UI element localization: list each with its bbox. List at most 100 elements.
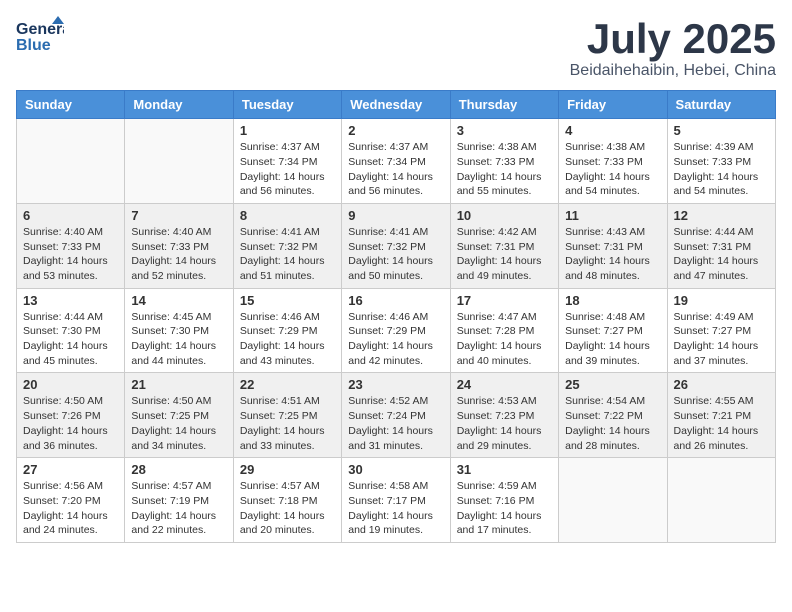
day-number: 20: [23, 377, 118, 392]
calendar-cell: 31Sunrise: 4:59 AM Sunset: 7:16 PM Dayli…: [450, 458, 558, 543]
calendar-table: SundayMondayTuesdayWednesdayThursdayFrid…: [16, 90, 776, 543]
calendar-cell: 5 Sunrise: 4:39 AM Sunset: 7:33 PM Daylig…: [667, 119, 775, 204]
day-info: Sunrise: 4:44 AM Sunset: 7:31 PM Dayligh…: [674, 225, 769, 284]
day-number: 21: [131, 377, 226, 392]
weekday-header: Saturday: [667, 91, 775, 119]
calendar-cell: [559, 458, 667, 543]
day-number: 26: [674, 377, 769, 392]
day-info: Sunrise: 4:46 AM Sunset: 7:29 PM Dayligh…: [240, 310, 335, 369]
calendar-cell: 22 Sunrise: 4:51 AM Sunset: 7:25 PM Dayli…: [233, 373, 341, 458]
day-number: 5: [674, 123, 769, 138]
calendar-week-row: 6 Sunrise: 4:40 AM Sunset: 7:33 PM Daylig…: [17, 203, 776, 288]
calendar-cell: 9 Sunrise: 4:41 AM Sunset: 7:32 PM Daylig…: [342, 203, 450, 288]
calendar-cell: [17, 119, 125, 204]
day-number: 12: [674, 208, 769, 223]
logo: General Blue: [16, 16, 68, 60]
month-title: July 2025: [570, 16, 776, 62]
day-number: 4: [565, 123, 660, 138]
calendar-cell: 7Sunrise: 4:40 AM Sunset: 7:33 PM Daylig…: [125, 203, 233, 288]
calendar-cell: 24 Sunrise: 4:53 AM Sunset: 7:23 PM Dayli…: [450, 373, 558, 458]
day-number: 18: [565, 293, 660, 308]
day-info: Sunrise: 4:45 AM Sunset: 7:30 PM Dayligh…: [131, 310, 226, 369]
day-info: Sunrise: 4:38 AM Sunset: 7:33 PM Dayligh…: [457, 140, 552, 199]
day-info: Sunrise: 4:41 AM Sunset: 7:32 PM Dayligh…: [240, 225, 335, 284]
weekday-header: Thursday: [450, 91, 558, 119]
calendar-week-row: 27 Sunrise: 4:56 AM Sunset: 7:20 PM Dayli…: [17, 458, 776, 543]
day-number: 30: [348, 462, 443, 477]
day-number: 13: [23, 293, 118, 308]
calendar-week-row: 1 Sunrise: 4:37 AM Sunset: 7:34 PM Daylig…: [17, 119, 776, 204]
day-number: 8: [240, 208, 335, 223]
day-number: 23: [348, 377, 443, 392]
calendar-cell: 26Sunrise: 4:55 AM Sunset: 7:21 PM Dayli…: [667, 373, 775, 458]
calendar-cell: 14 Sunrise: 4:45 AM Sunset: 7:30 PM Dayli…: [125, 288, 233, 373]
calendar-cell: 15Sunrise: 4:46 AM Sunset: 7:29 PM Dayli…: [233, 288, 341, 373]
day-info: Sunrise: 4:48 AM Sunset: 7:27 PM Dayligh…: [565, 310, 660, 369]
day-info: Sunrise: 4:58 AM Sunset: 7:17 PM Dayligh…: [348, 479, 443, 538]
title-section: July 2025 Beidaihehaibin, Hebei, China: [570, 16, 776, 80]
calendar-cell: 10 Sunrise: 4:42 AM Sunset: 7:31 PM Dayli…: [450, 203, 558, 288]
calendar-cell: 6 Sunrise: 4:40 AM Sunset: 7:33 PM Daylig…: [17, 203, 125, 288]
day-number: 25: [565, 377, 660, 392]
day-info: Sunrise: 4:50 AM Sunset: 7:26 PM Dayligh…: [23, 394, 118, 453]
weekday-header: Friday: [559, 91, 667, 119]
day-number: 3: [457, 123, 552, 138]
day-info: Sunrise: 4:57 AM Sunset: 7:19 PM Dayligh…: [131, 479, 226, 538]
calendar-cell: 19 Sunrise: 4:49 AM Sunset: 7:27 PM Dayli…: [667, 288, 775, 373]
calendar-cell: 8 Sunrise: 4:41 AM Sunset: 7:32 PM Daylig…: [233, 203, 341, 288]
calendar-week-row: 13 Sunrise: 4:44 AM Sunset: 7:30 PM Dayli…: [17, 288, 776, 373]
day-number: 24: [457, 377, 552, 392]
weekday-header: Tuesday: [233, 91, 341, 119]
day-info: Sunrise: 4:56 AM Sunset: 7:20 PM Dayligh…: [23, 479, 118, 538]
calendar-cell: [667, 458, 775, 543]
day-number: 14: [131, 293, 226, 308]
day-number: 6: [23, 208, 118, 223]
day-info: Sunrise: 4:53 AM Sunset: 7:23 PM Dayligh…: [457, 394, 552, 453]
day-info: Sunrise: 4:38 AM Sunset: 7:33 PM Dayligh…: [565, 140, 660, 199]
calendar-cell: 30 Sunrise: 4:58 AM Sunset: 7:17 PM Dayli…: [342, 458, 450, 543]
calendar-cell: 2 Sunrise: 4:37 AM Sunset: 7:34 PM Daylig…: [342, 119, 450, 204]
day-info: Sunrise: 4:37 AM Sunset: 7:34 PM Dayligh…: [348, 140, 443, 199]
day-info: Sunrise: 4:57 AM Sunset: 7:18 PM Dayligh…: [240, 479, 335, 538]
calendar-cell: 4 Sunrise: 4:38 AM Sunset: 7:33 PM Daylig…: [559, 119, 667, 204]
weekday-header: Monday: [125, 91, 233, 119]
day-info: Sunrise: 4:59 AM Sunset: 7:16 PM Dayligh…: [457, 479, 552, 538]
day-info: Sunrise: 4:47 AM Sunset: 7:28 PM Dayligh…: [457, 310, 552, 369]
weekday-header: Sunday: [17, 91, 125, 119]
day-number: 22: [240, 377, 335, 392]
calendar-cell: 21Sunrise: 4:50 AM Sunset: 7:25 PM Dayli…: [125, 373, 233, 458]
day-info: Sunrise: 4:39 AM Sunset: 7:33 PM Dayligh…: [674, 140, 769, 199]
calendar-cell: 29Sunrise: 4:57 AM Sunset: 7:18 PM Dayli…: [233, 458, 341, 543]
day-info: Sunrise: 4:52 AM Sunset: 7:24 PM Dayligh…: [348, 394, 443, 453]
calendar-header-row: SundayMondayTuesdayWednesdayThursdayFrid…: [17, 91, 776, 119]
day-info: Sunrise: 4:40 AM Sunset: 7:33 PM Dayligh…: [23, 225, 118, 284]
calendar-cell: 12 Sunrise: 4:44 AM Sunset: 7:31 PM Dayli…: [667, 203, 775, 288]
calendar-cell: [125, 119, 233, 204]
day-info: Sunrise: 4:44 AM Sunset: 7:30 PM Dayligh…: [23, 310, 118, 369]
weekday-header: Wednesday: [342, 91, 450, 119]
day-info: Sunrise: 4:41 AM Sunset: 7:32 PM Dayligh…: [348, 225, 443, 284]
calendar-cell: 23 Sunrise: 4:52 AM Sunset: 7:24 PM Dayli…: [342, 373, 450, 458]
day-number: 9: [348, 208, 443, 223]
day-info: Sunrise: 4:37 AM Sunset: 7:34 PM Dayligh…: [240, 140, 335, 199]
day-info: Sunrise: 4:43 AM Sunset: 7:31 PM Dayligh…: [565, 225, 660, 284]
day-number: 7: [131, 208, 226, 223]
day-number: 1: [240, 123, 335, 138]
day-number: 28: [131, 462, 226, 477]
calendar-cell: 16Sunrise: 4:46 AM Sunset: 7:29 PM Dayli…: [342, 288, 450, 373]
day-info: Sunrise: 4:51 AM Sunset: 7:25 PM Dayligh…: [240, 394, 335, 453]
calendar-cell: 28 Sunrise: 4:57 AM Sunset: 7:19 PM Dayli…: [125, 458, 233, 543]
day-number: 10: [457, 208, 552, 223]
location-title: Beidaihehaibin, Hebei, China: [570, 62, 776, 80]
day-info: Sunrise: 4:49 AM Sunset: 7:27 PM Dayligh…: [674, 310, 769, 369]
calendar-week-row: 20 Sunrise: 4:50 AM Sunset: 7:26 PM Dayli…: [17, 373, 776, 458]
calendar-cell: 17Sunrise: 4:47 AM Sunset: 7:28 PM Dayli…: [450, 288, 558, 373]
day-info: Sunrise: 4:42 AM Sunset: 7:31 PM Dayligh…: [457, 225, 552, 284]
day-number: 19: [674, 293, 769, 308]
page-header: General Blue July 2025 Beidaihehaibin, H…: [16, 16, 776, 80]
day-number: 2: [348, 123, 443, 138]
logo-icon: General Blue: [16, 16, 64, 60]
calendar-cell: 18 Sunrise: 4:48 AM Sunset: 7:27 PM Dayli…: [559, 288, 667, 373]
calendar-cell: 25Sunrise: 4:54 AM Sunset: 7:22 PM Dayli…: [559, 373, 667, 458]
day-number: 27: [23, 462, 118, 477]
